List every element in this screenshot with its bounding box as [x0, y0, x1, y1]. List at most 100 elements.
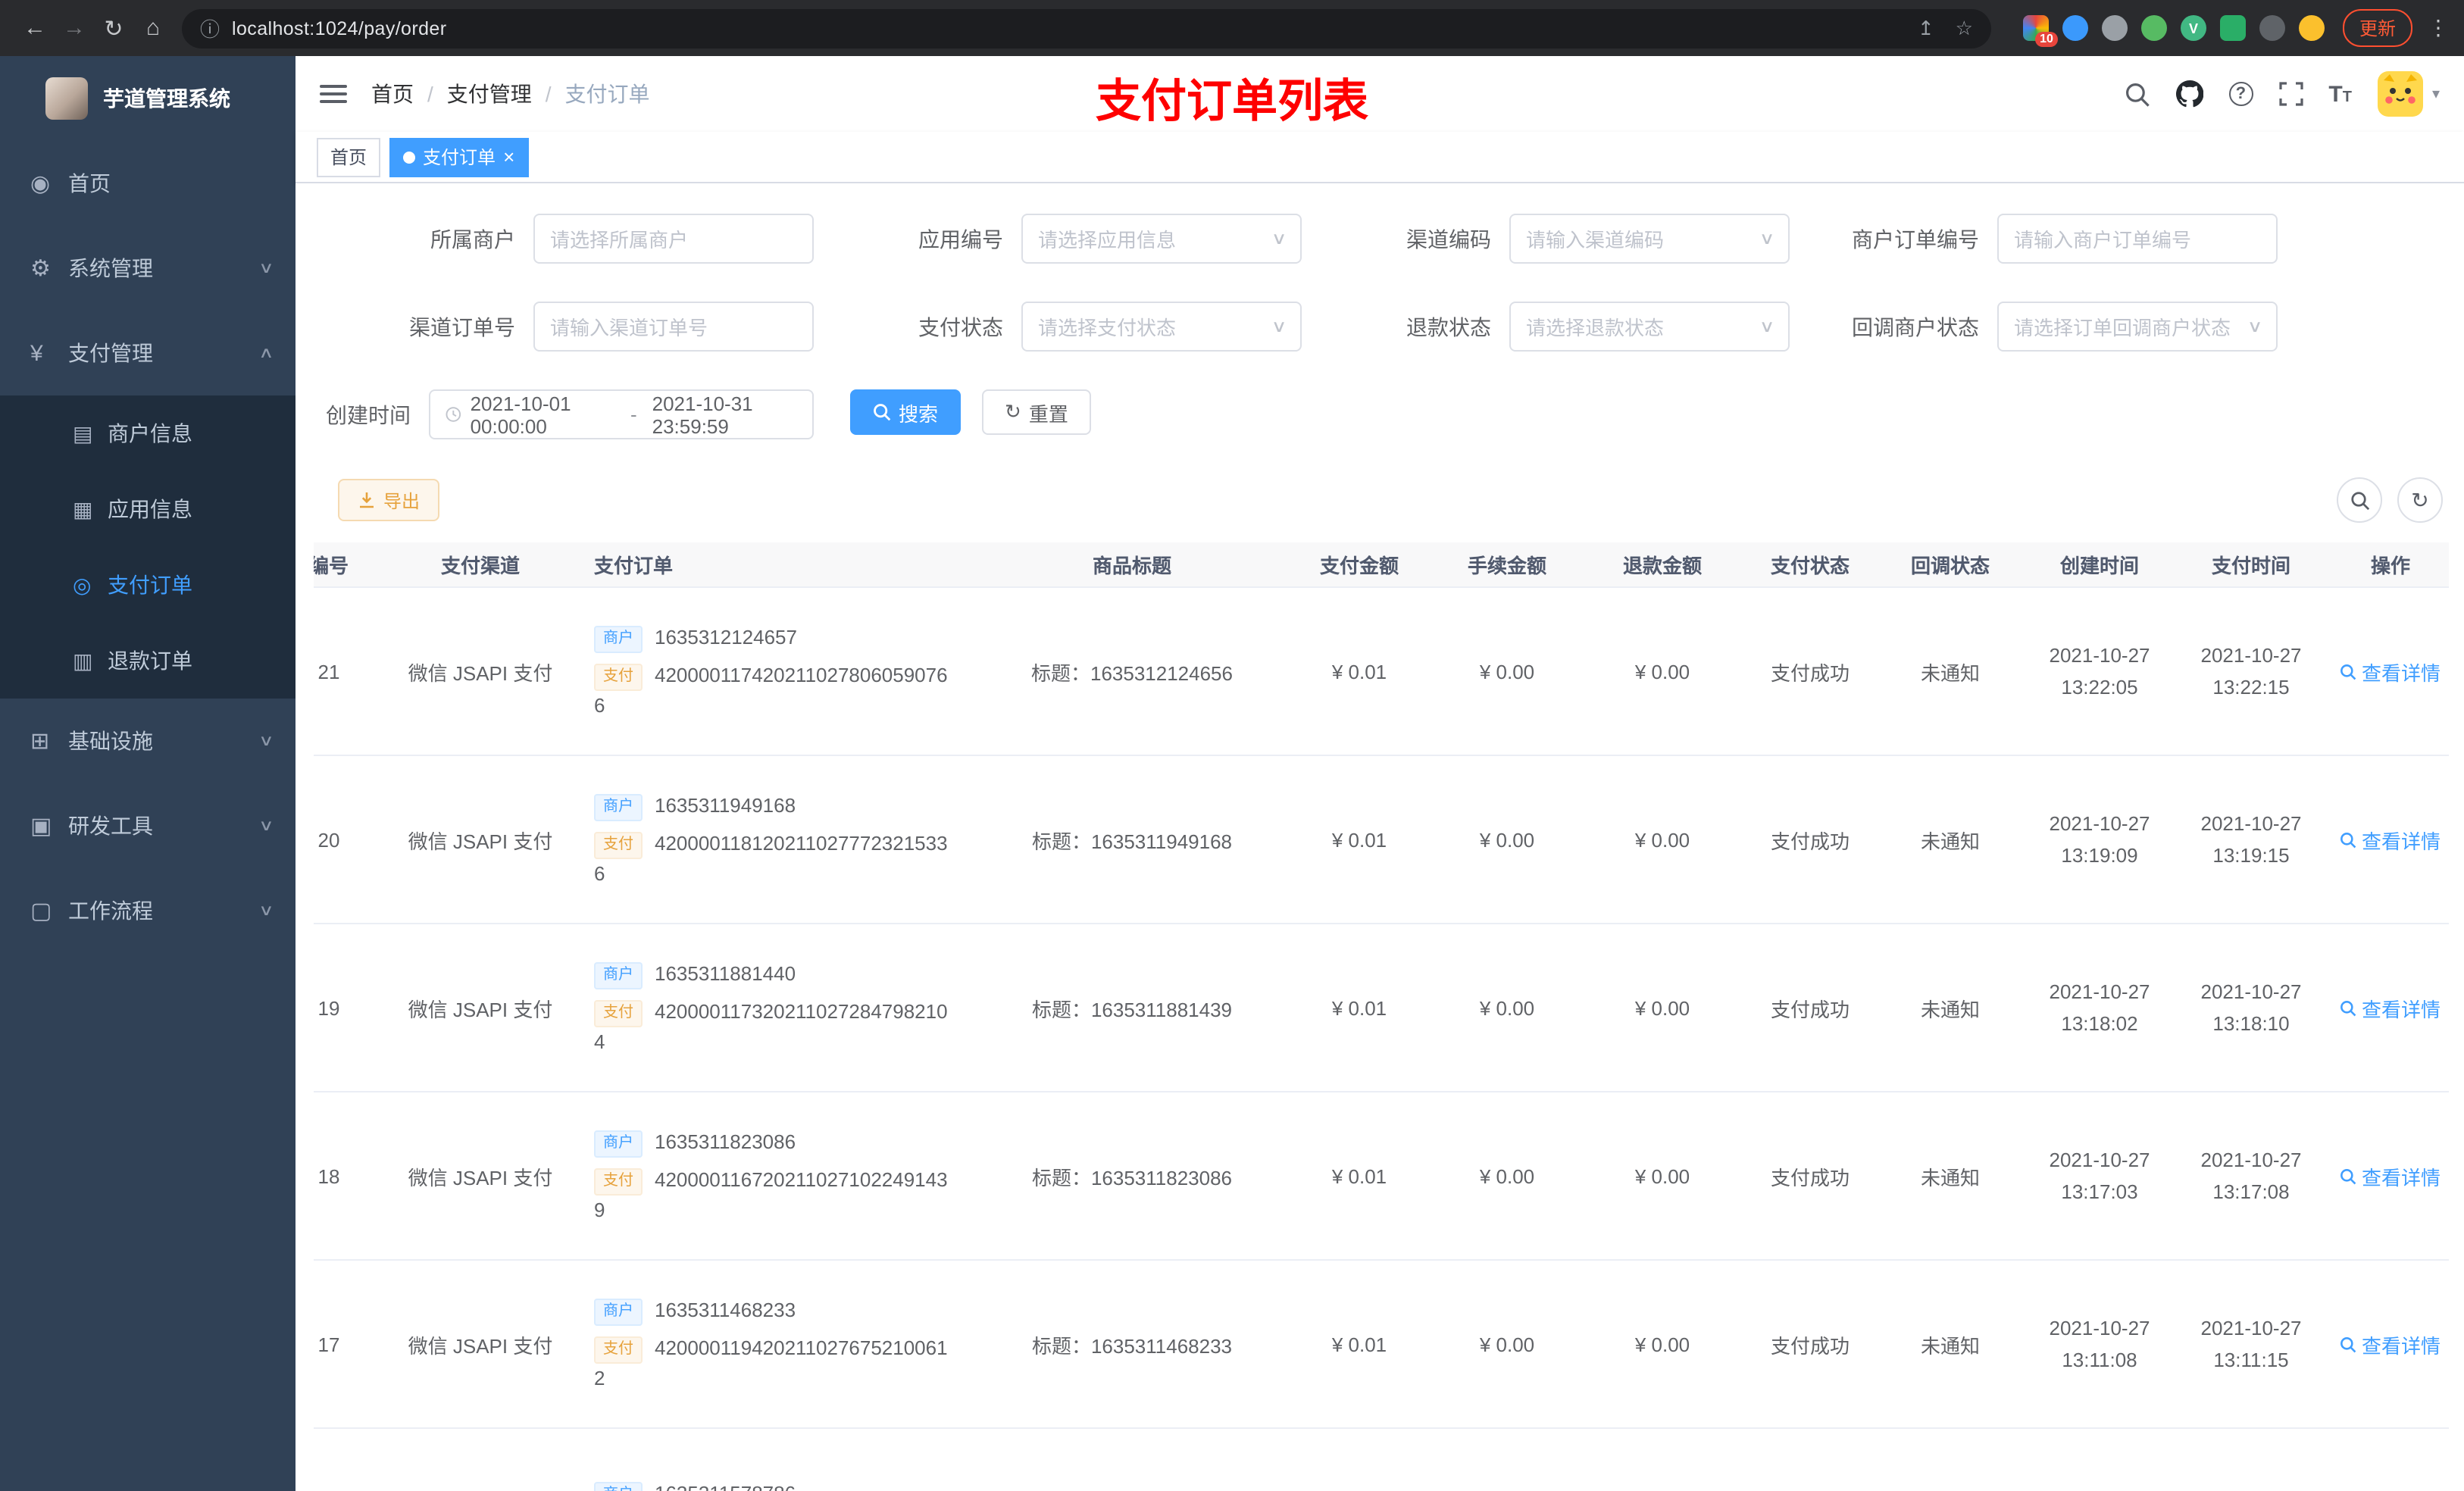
pay-order-no: 4200001173202110272847982104 — [594, 999, 948, 1052]
view-detail-link[interactable]: 查看详情 — [2340, 825, 2441, 854]
view-detail-link[interactable]: 查看详情 — [2340, 1330, 2441, 1358]
magnifier-icon — [2341, 1168, 2357, 1184]
cell-create-time: 2021-10-27 13:18:02 — [2049, 980, 2150, 1035]
table-row: 17 微信 JSAPI 支付 商户 1635311468233 支付 4200001… — [314, 1261, 2449, 1429]
merchant-order-no: 1635311823086 — [655, 1130, 796, 1152]
sidebar-item-devtools[interactable]: ▣ 研发工具 ∨ — [0, 783, 295, 868]
user-avatar[interactable]: ▾ — [2377, 71, 2440, 117]
breadcrumb-payment[interactable]: 支付管理 — [447, 79, 532, 109]
sidebar-item-app-info[interactable]: ▦ 应用信息 — [0, 471, 295, 547]
channel-order-no-input[interactable]: 请输入渠道订单号 — [533, 302, 814, 352]
app-logo[interactable]: 芋道管理系统 — [0, 56, 295, 141]
cell-create-time: 2021-10-27 13:11:08 — [2049, 1317, 2150, 1371]
infrastructure-icon: ⊞ — [30, 729, 50, 755]
merchant-order-no: 1635311881440 — [655, 961, 796, 984]
search-icon — [874, 404, 891, 421]
cell-actions: 查看详情 — [2322, 993, 2449, 1022]
cell-id: 18 — [317, 1164, 340, 1187]
cell-actions: 查看详情 — [2322, 825, 2449, 854]
page-content: 所属商户 请选择所属商户 应用编号 请选择应用信息 ∨ 渠道编码 请输入渠道编码… — [295, 183, 2464, 1491]
cell-amount: ¥ 0.01 — [1331, 1333, 1387, 1355]
sidebar: 芋道管理系统 ◉ 首页 ⚙ 系统管理 ∨ ¥ 支付管理 ∧ ▤ 商户信息 ▦ 应… — [0, 56, 295, 1491]
toggle-search-button[interactable] — [2337, 477, 2382, 523]
cell-refund: ¥ 0.00 — [1634, 828, 1690, 851]
merchant-order-no-input[interactable]: 请输入商户订单编号 — [1997, 214, 2278, 264]
hamburger-icon[interactable] — [320, 80, 347, 108]
notify-status-select[interactable]: 请选择订单回调商户状态 ∨ — [1997, 302, 2278, 352]
close-icon[interactable]: × — [503, 147, 514, 167]
extension-green-icon[interactable] — [2140, 15, 2167, 41]
extension-face-icon[interactable] — [2298, 15, 2325, 41]
sidebar-item-home[interactable]: ◉ 首页 — [0, 141, 295, 226]
address-bar[interactable]: ⓘ localhost:1024/pay/order ↥ ☆ — [182, 8, 1991, 48]
cell-create-time: 2021-10-27 13:19:09 — [2049, 812, 2150, 867]
site-info-icon[interactable]: ⓘ — [200, 14, 220, 42]
merchant-input[interactable]: 请选择所属商户 — [533, 214, 814, 264]
tag-pay-order[interactable]: 支付订单 × — [389, 137, 529, 177]
sidebar-item-infrastructure[interactable]: ⊞ 基础设施 ∨ — [0, 699, 295, 783]
forward-icon[interactable]: → — [55, 15, 94, 41]
help-icon[interactable]: ? — [2228, 82, 2253, 106]
chevron-down-icon: ∨ — [258, 733, 274, 749]
github-icon[interactable] — [2175, 80, 2203, 108]
breadcrumb-current: 支付订单 — [564, 82, 650, 106]
view-detail-link[interactable]: 查看详情 — [2340, 1161, 2441, 1190]
update-button[interactable]: 更新 — [2342, 9, 2412, 47]
chevron-down-icon: ∨ — [258, 817, 274, 834]
sidebar-item-workflow[interactable]: ▢ 工作流程 ∨ — [0, 868, 295, 953]
active-dot — [403, 151, 416, 163]
cell-pay-time: 2021-10-27 13:17:08 — [2200, 1149, 2302, 1203]
font-size-icon[interactable]: TT — [2328, 81, 2352, 107]
reset-button[interactable]: ↻ 重置 — [982, 389, 1091, 435]
search-button[interactable]: 搜索 — [850, 389, 962, 435]
view-detail-link[interactable]: 查看详情 — [2340, 993, 2441, 1022]
magnifier-icon — [2341, 1336, 2357, 1352]
cell-order-no: 商户 1635311881440 支付 4200001173202110272847… — [579, 951, 973, 1064]
refund-status-select[interactable]: 请选择退款状态 ∨ — [1509, 302, 1790, 352]
pay-status-select[interactable]: 请选择支付状态 ∨ — [1021, 302, 1302, 352]
sidebar-item-refund-order[interactable]: ▥ 退款订单 — [0, 623, 295, 699]
home-icon[interactable]: ⌂ — [133, 15, 173, 41]
merchant-badge: 商户 — [594, 1298, 643, 1325]
back-icon[interactable]: ← — [15, 15, 55, 41]
merchant-order-no: 1635311578786 — [655, 1481, 796, 1491]
cell-fee: ¥ 0.00 — [1479, 1333, 1535, 1355]
merchant-order-no: 1635312124657 — [655, 625, 797, 648]
refresh-table-button[interactable]: ↻ — [2397, 477, 2443, 523]
view-detail-link[interactable]: 查看详情 — [2340, 657, 2441, 686]
merchant-order-no: 1635311468233 — [655, 1298, 796, 1321]
chevron-down-icon: ∨ — [1759, 230, 1775, 248]
date-range-picker[interactable]: 2021-10-01 00:00:00 - 2021-10-31 23:59:5… — [429, 389, 814, 439]
channel-code-select[interactable]: 请输入渠道编码 ∨ — [1509, 214, 1790, 264]
bookmark-star-icon[interactable]: ☆ — [1956, 16, 1973, 40]
cell-status: 支付成功 — [1770, 1334, 1850, 1357]
browser-menu-icon[interactable]: ⋮ — [2428, 15, 2449, 41]
clock-icon — [446, 407, 461, 422]
extension-gray-icon[interactable] — [2101, 15, 2128, 41]
sidebar-item-system[interactable]: ⚙ 系统管理 ∨ — [0, 226, 295, 311]
extension-colorful-icon[interactable]: 10 — [2022, 15, 2058, 47]
sidebar-item-payment[interactable]: ¥ 支付管理 ∧ — [0, 311, 295, 395]
extension-drop-icon[interactable] — [2062, 15, 2088, 41]
tag-home[interactable]: 首页 — [317, 137, 381, 177]
filter-merchant: 所属商户 请选择所属商户 — [326, 214, 814, 264]
devtools-icon: ▣ — [30, 814, 52, 839]
pay-badge: 支付 — [594, 663, 643, 690]
share-icon[interactable]: ↥ — [1918, 16, 1934, 40]
refresh-icon: ↻ — [2411, 487, 2429, 511]
export-button[interactable]: 导出 — [338, 479, 440, 521]
sidebar-item-pay-order[interactable]: ◎ 支付订单 — [0, 547, 295, 623]
breadcrumb-home[interactable]: 首页 — [371, 79, 414, 109]
search-icon — [2350, 491, 2369, 510]
sidebar-item-merchant-info[interactable]: ▤ 商户信息 — [0, 395, 295, 471]
reload-icon[interactable]: ↻ — [94, 14, 133, 42]
cell-create-time: 2021-10-27 13:22:05 — [2049, 644, 2150, 699]
fullscreen-icon[interactable] — [2278, 82, 2303, 106]
app-no-select[interactable]: 请选择应用信息 ∨ — [1021, 214, 1302, 264]
merchant-badge: 商户 — [594, 1130, 643, 1157]
extension-pin-icon[interactable] — [2259, 15, 2285, 41]
extension-chat-icon[interactable] — [2219, 15, 2246, 41]
search-icon[interactable] — [2124, 81, 2150, 107]
workflow-icon: ▢ — [30, 899, 52, 924]
vue-devtools-icon[interactable]: V — [2180, 15, 2206, 41]
